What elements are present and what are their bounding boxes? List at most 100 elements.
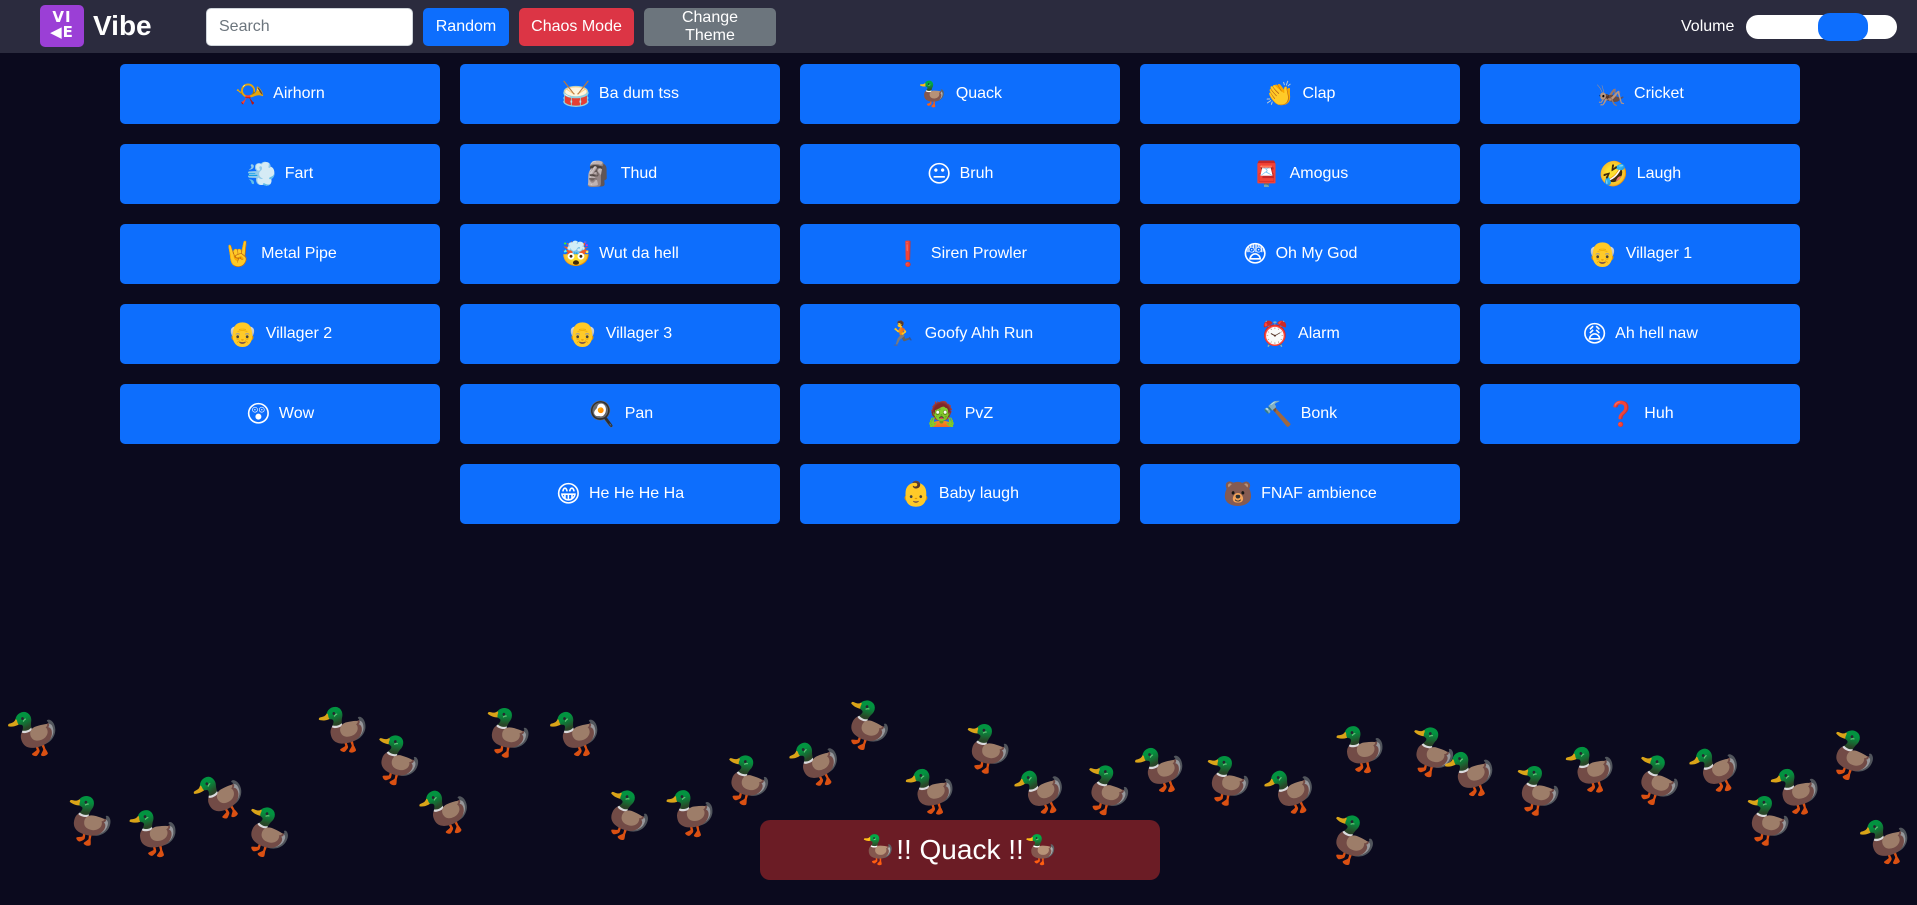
volume-slider-thumb[interactable] [1818,13,1868,41]
brand-title: Vibe [93,10,152,41]
sound-emoji-icon: 👴 [567,320,598,348]
sound-emoji-icon: 🦆 [917,80,948,108]
sound-emoji-icon: ⏰ [1260,320,1291,348]
sound-emoji-icon: 😨 [1242,240,1268,268]
sound-label: Metal Pipe [261,245,337,262]
duck-icon: 🦆 [781,728,853,799]
sound-button[interactable]: 😨 Oh My God [1140,224,1460,284]
duck-icon: 🦆 [58,791,121,852]
sound-button[interactable]: 🤣 Laugh [1480,144,1800,204]
sound-button[interactable]: 🦆 Quack [800,64,1120,124]
sound-emoji-icon: 👴 [227,320,258,348]
sound-button[interactable]: 🧟 PvZ [800,384,1120,444]
duck-icon: 🦆 [1399,721,1466,786]
sound-label: Siren Prowler [930,245,1027,262]
sound-button[interactable]: 🥁 Ba dum tss [460,64,780,124]
duck-icon: 🦆 [364,729,431,794]
duck-icon: 🦆 [1006,756,1078,827]
sound-emoji-icon: 📯 [235,80,266,108]
sound-emoji-icon: 🐻 [1223,480,1254,508]
sound-button[interactable]: 🗿 Thud [460,144,780,204]
duck-icon: 🦆 [956,719,1019,780]
sound-button[interactable]: 🤯 Wut da hell [460,224,780,284]
sound-label: Ba dum tss [598,85,679,102]
sound-button[interactable]: 🍳 Pan [460,384,780,444]
sound-label: Villager 3 [605,325,673,342]
sound-emoji-icon: 😩 [1582,320,1608,348]
sound-label: Wut da hell [599,245,679,262]
sound-label: Wow [278,405,315,422]
sound-label: Cricket [1634,85,1684,102]
sound-button[interactable]: 🦗 Cricket [1480,64,1800,124]
sound-button[interactable]: 👴 Villager 3 [460,304,780,364]
sound-emoji-icon: 🦗 [1596,80,1627,108]
sound-button[interactable]: 🤘 Metal Pipe [120,224,440,284]
change-theme-button[interactable]: Change Theme [644,8,776,46]
falling-ducks-layer: 🦆 🦆 🦆 🦆 🦆 🦆 🦆 🦆 🦆 🦆 🦆 🦆 🦆 🦆 🦆 🦆 🦆 🦆 🦆 🦆 🦆 🦆 🦆 🦆 🦆 🦆 🦆 🦆 🦆 🦆 🦆 🦆 🦆 🦆 [0,0,1917,905]
duck-icon: 🦆 [312,697,379,762]
volume-label: Volume [1681,18,1735,35]
duck-icon: 🦆 [1437,740,1507,807]
sound-button[interactable]: 🏃 Goofy Ahh Run [800,304,1120,364]
sound-emoji-icon: 📮 [1251,160,1282,188]
sound-emoji-icon: 😲 [245,400,271,428]
sound-emoji-icon: ❓ [1606,400,1637,428]
duck-icon: 🦆 [542,700,612,767]
sound-emoji-icon: 👏 [1264,80,1295,108]
sound-label: He He He Ha [588,485,685,502]
sound-button[interactable]: 😩 Ah hell naw [1480,304,1800,364]
sound-emoji-icon: 😐 [926,160,952,188]
sound-label: Bonk [1300,405,1338,422]
sound-button[interactable]: 👶 Baby laugh [800,464,1120,524]
sound-label: PvZ [964,405,994,422]
sound-button[interactable]: 👴 Villager 2 [120,304,440,364]
sound-button[interactable]: 💨 Fart [120,144,440,204]
sound-label: Villager 2 [265,325,333,342]
sound-emoji-icon: 🏃 [886,320,917,348]
duck-icon: 🦆 [1623,748,1693,815]
duck-icon: 🦆 [185,760,259,833]
sound-label: Villager 1 [1625,245,1693,262]
sound-button[interactable]: 👴 Villager 1 [1480,224,1800,284]
sound-button[interactable]: 😲 Wow [120,384,440,444]
duck-icon: 🦆 [1256,756,1328,827]
sound-label: Ah hell naw [1615,325,1698,342]
sound-button[interactable]: 👏 Clap [1140,64,1460,124]
sound-button[interactable]: 😐 Bruh [800,144,1120,204]
sound-button[interactable]: 📯 Airhorn [120,64,440,124]
sound-button[interactable]: ❓ Huh [1480,384,1800,444]
sound-label: Thud [620,165,658,182]
sound-label: Airhorn [273,85,325,102]
sound-label: Clap [1302,85,1336,102]
sound-button[interactable]: ⏰ Alarm [1140,304,1460,364]
sound-button[interactable]: 😁 He He He Ha [460,464,780,524]
sound-label: Goofy Ahh Run [924,325,1034,342]
sound-label: Alarm [1298,325,1340,342]
duck-icon: 🦆 [123,803,187,864]
sound-emoji-icon: 🤘 [223,240,254,268]
sound-emoji-icon: 🍳 [586,400,617,428]
sound-emoji-icon: 🗿 [582,160,613,188]
sound-button[interactable]: ❗ Siren Prowler [800,224,1120,284]
sound-emoji-icon: 🤯 [561,240,592,268]
sound-button[interactable]: 📮 Amogus [1140,144,1460,204]
sound-button[interactable]: 🐻 FNAF ambience [1140,464,1460,524]
duck-icon: 🦆 [1074,759,1141,824]
sound-emoji-icon: 💨 [246,160,277,188]
duck-icon: 🦆 [833,693,903,760]
sound-label: Baby laugh [938,485,1019,502]
duck-icon: 🦆 [1818,723,1888,790]
duck-icon: 🦆 [1681,734,1753,805]
duck-icon: 🦆 [1559,737,1626,802]
sound-button[interactable]: 🔨 Bonk [1140,384,1460,444]
duck-icon: 🦆 [0,700,70,767]
random-button[interactable]: Random [423,8,509,46]
quack-toast: 🦆!! Quack !!🦆 [760,820,1160,880]
sound-label: Bruh [959,165,994,182]
search-input[interactable] [206,8,413,46]
chaos-mode-button[interactable]: Chaos Mode [519,8,634,46]
sound-label: Oh My God [1275,245,1358,262]
duck-icon: 🦆 [411,776,483,847]
sound-emoji-icon: 🧟 [926,400,957,428]
duck-icon: 🦆 [1736,791,1799,852]
